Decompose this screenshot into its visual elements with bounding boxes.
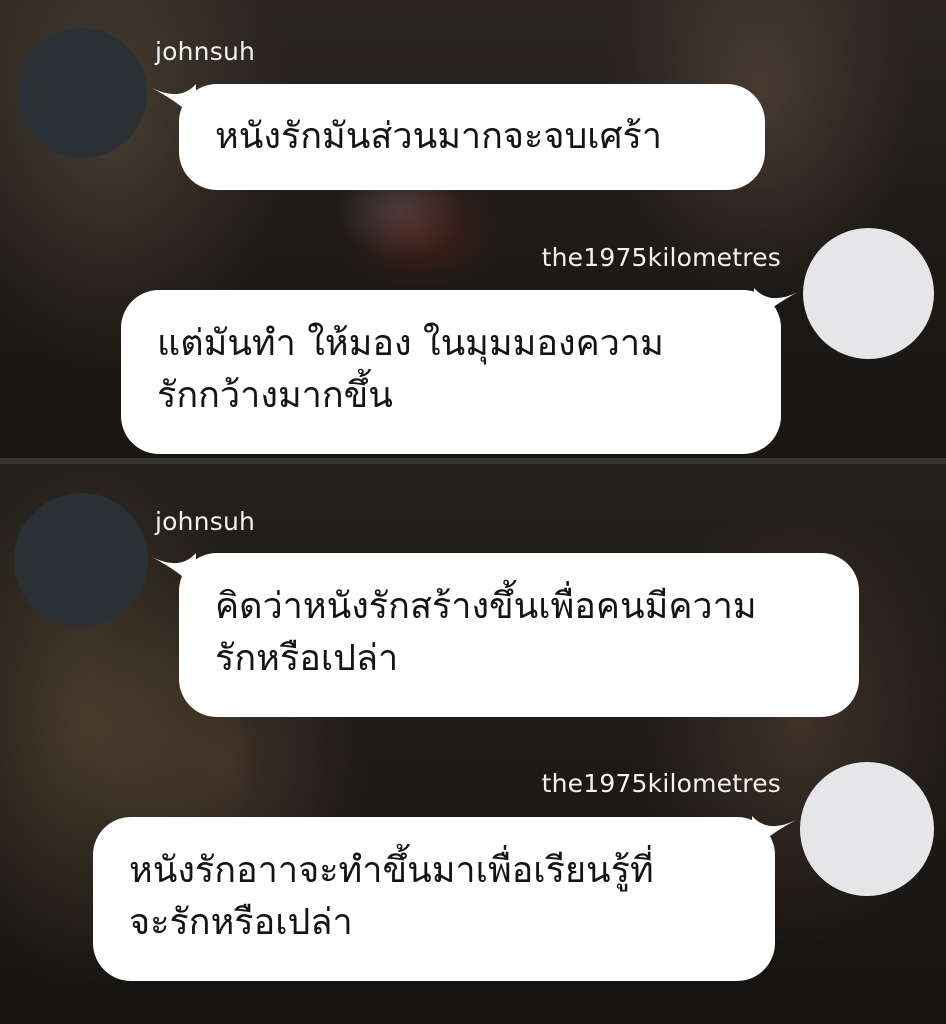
username-johnsuh[interactable]: johnsuh (155, 507, 255, 537)
message-bubble[interactable]: หนังรักมันส่วนมากจะจบเศร้า (179, 84, 765, 190)
message-text-line-2: รักกว้างมากขึ้น (157, 375, 393, 416)
username-the1975kilometres[interactable]: the1975kilometres (542, 769, 781, 799)
message-text-line-2: รักหรือเปล่า (215, 638, 399, 679)
message-text-line-1: แต่มันทำ ให้มอง ในมุมมองความ (157, 323, 664, 364)
username-johnsuh[interactable]: johnsuh (155, 37, 255, 67)
message-text-line-2: จะรักหรือเปล่า (129, 902, 353, 943)
avatar-the1975kilometres[interactable] (800, 762, 934, 896)
message-bubble[interactable]: คิดว่าหนังรักสร้างขึ้นเพื่อคนมีความ รักห… (179, 553, 859, 717)
avatar-the1975kilometres[interactable] (803, 228, 934, 359)
message-text: หนังรักมันส่วนมากจะจบเศร้า (215, 116, 663, 157)
message-text-line-1: คิดว่าหนังรักสร้างขึ้นเพื่อคนมีความ (215, 586, 757, 627)
message-bubble[interactable]: หนังรักอาาจะทำขึ้นมาเพื่อเรียนรู้ที่ จะร… (93, 817, 775, 981)
avatar-johnsuh[interactable] (17, 28, 147, 158)
message-bubble[interactable]: แต่มันทำ ให้มอง ในมุมมองความ รักกว้างมาก… (121, 290, 781, 454)
message-text-line-1: หนังรักอาาจะทำขึ้นมาเพื่อเรียนรู้ที่ (129, 850, 654, 891)
avatar-johnsuh[interactable] (14, 493, 148, 627)
username-the1975kilometres[interactable]: the1975kilometres (542, 243, 781, 273)
